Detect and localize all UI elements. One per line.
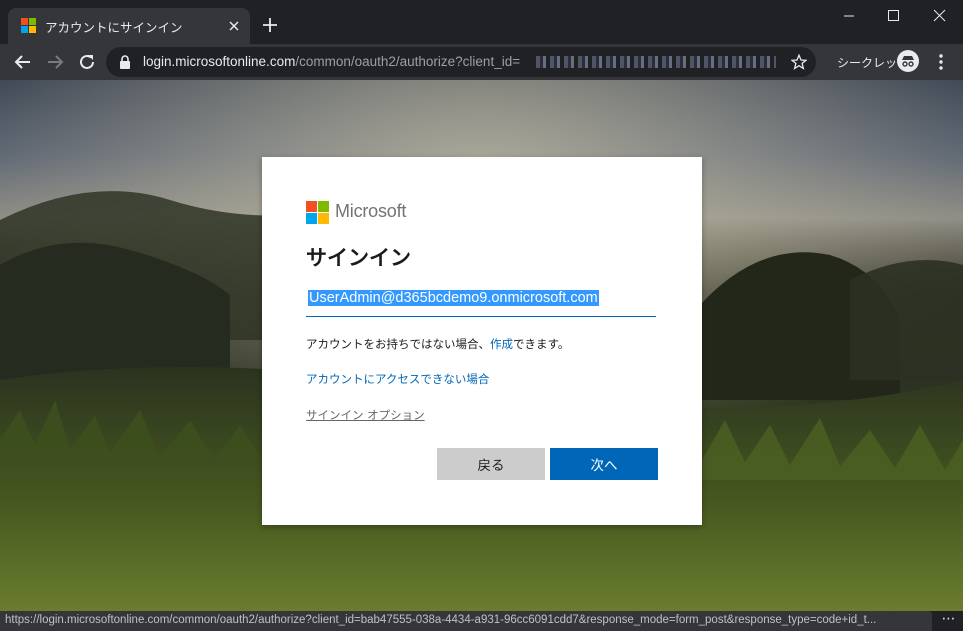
close-window-icon[interactable] — [917, 0, 961, 32]
next-button[interactable]: 次へ — [550, 448, 658, 480]
create-account-link[interactable]: 作成 — [490, 337, 513, 351]
no-account-text: アカウントをお持ちではない場合、作成できます。 — [306, 336, 569, 352]
forward-arrow-icon[interactable] — [46, 53, 64, 71]
status-more-icon: ⋯ — [941, 611, 956, 627]
microsoft-logo-icon — [306, 201, 329, 224]
new-tab-icon[interactable] — [262, 17, 278, 33]
no-account-suffix: できます。 — [513, 337, 570, 351]
incognito-icon[interactable] — [897, 50, 919, 72]
close-tab-icon[interactable] — [226, 18, 242, 34]
maximize-window-icon[interactable] — [871, 0, 915, 32]
status-url: https://login.microsoftonline.com/common… — [5, 614, 877, 626]
signin-card: Microsoft サインイン UserAdmin@d365bcdemo9.on… — [262, 157, 702, 525]
address-url: login.microsoftonline.com/common/oauth2/… — [143, 54, 520, 69]
address-bar[interactable]: login.microsoftonline.com/common/oauth2/… — [106, 47, 816, 77]
signin-options-link[interactable]: サインイン オプション — [306, 407, 425, 423]
no-account-prefix: アカウントをお持ちではない場合、 — [306, 337, 490, 351]
redacted-client-id — [536, 56, 776, 68]
brand-name: Microsoft — [335, 201, 407, 221]
back-arrow-icon[interactable] — [14, 53, 32, 71]
more-menu-icon[interactable] — [934, 53, 948, 71]
email-value: UserAdmin@d365bcdemo9.onmicrosoft.com — [308, 290, 599, 306]
address-host: login.microsoftonline.com — [143, 54, 296, 69]
status-bar: https://login.microsoftonline.com/common… — [0, 611, 932, 631]
minimize-window-icon[interactable] — [827, 0, 871, 32]
address-path: /common/oauth2/authorize?client_id= — [295, 54, 521, 69]
back-button[interactable]: 戻る — [437, 448, 545, 480]
bookmark-star-icon[interactable] — [791, 54, 807, 70]
page-title: サインイン — [306, 246, 411, 270]
browser-tab[interactable]: アカウントにサインイン — [8, 8, 250, 44]
email-field[interactable]: UserAdmin@d365bcdemo9.onmicrosoft.com — [306, 286, 656, 317]
microsoft-favicon-icon — [21, 18, 36, 33]
lock-icon — [120, 55, 130, 69]
browser-toolbar: login.microsoftonline.com/common/oauth2/… — [0, 44, 963, 80]
signin-page: Microsoft サインイン UserAdmin@d365bcdemo9.on… — [0, 80, 963, 611]
cant-access-account-link[interactable]: アカウントにアクセスできない場合 — [306, 371, 489, 387]
tab-title: アカウントにサインイン — [45, 20, 183, 35]
tab-strip: アカウントにサインイン — [0, 0, 963, 44]
reload-icon[interactable] — [78, 53, 96, 71]
